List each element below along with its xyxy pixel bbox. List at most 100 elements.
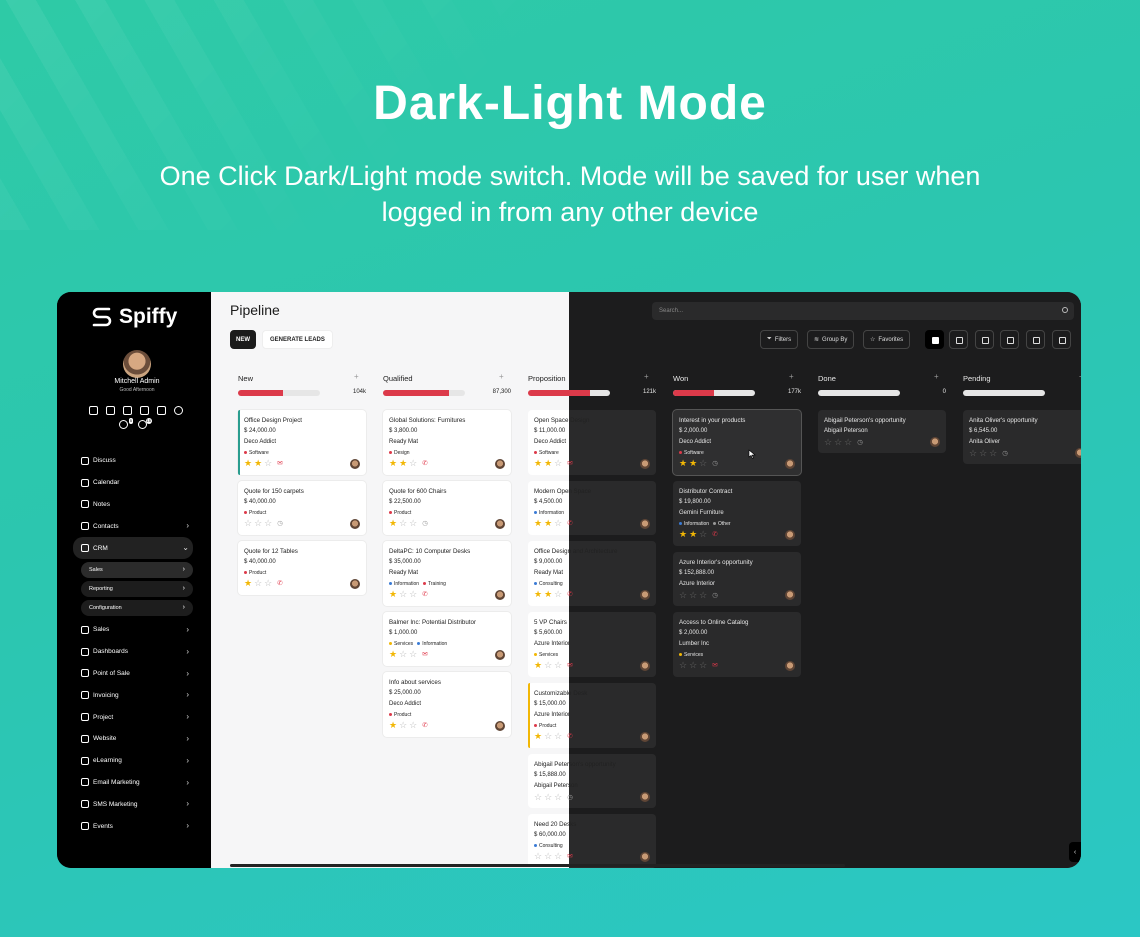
priority-star-icon[interactable]: ★	[389, 721, 397, 730]
add-card-icon[interactable]: +	[644, 372, 649, 381]
priority-star-icon[interactable]: ☆	[554, 459, 562, 468]
lead-card[interactable]: Info about services $ 25,000.00 Deco Addic…	[383, 672, 511, 737]
assignee-avatar[interactable]	[785, 459, 795, 469]
priority-star-icon[interactable]: ☆	[544, 793, 552, 802]
priority-star-icon[interactable]: ☆	[399, 590, 407, 599]
add-card-icon[interactable]: +	[354, 372, 359, 381]
activity-view-button[interactable]	[1052, 330, 1071, 349]
messages-icon[interactable]: 5	[119, 418, 133, 429]
priority-star-icon[interactable]: ☆	[399, 650, 407, 659]
card-icon[interactable]	[106, 406, 115, 415]
lead-card[interactable]: 5 VP Chairs $ 5,600.00 Azure Interior Servi…	[528, 612, 656, 677]
priority-star-icon[interactable]: ★	[679, 459, 687, 468]
lead-card[interactable]: Balmer Inc: Potential Distributor $ 1,000…	[383, 612, 511, 666]
assignee-avatar[interactable]	[640, 459, 650, 469]
phone-icon[interactable]: ✆	[422, 459, 427, 468]
mail-icon[interactable]: ✉	[422, 650, 427, 659]
priority-star-icon[interactable]: ☆	[554, 732, 562, 741]
bank-icon[interactable]	[89, 406, 98, 415]
assignee-avatar[interactable]	[785, 530, 795, 540]
priority-star-icon[interactable]: ☆	[679, 591, 687, 600]
priority-star-icon[interactable]: ☆	[834, 438, 842, 447]
priority-star-icon[interactable]: ☆	[544, 732, 552, 741]
sidebar-item-project[interactable]: Project ›	[73, 706, 193, 728]
priority-star-icon[interactable]: ★	[534, 661, 542, 670]
crm-subitem-sales[interactable]: Sales ›	[81, 561, 193, 578]
lead-card[interactable]: Abigail Peterson's opportunity $ 15,888.0…	[528, 754, 656, 808]
priority-star-icon[interactable]: ★	[544, 459, 552, 468]
priority-star-icon[interactable]: ★	[679, 530, 687, 539]
priority-star-icon[interactable]: ☆	[699, 591, 707, 600]
assignee-avatar[interactable]	[640, 661, 650, 671]
sidebar-item-website[interactable]: Website ›	[73, 728, 193, 750]
graph-view-button[interactable]	[1026, 330, 1045, 349]
sidebar-item-notes[interactable]: Notes	[73, 494, 193, 516]
priority-star-icon[interactable]: ☆	[264, 519, 272, 528]
priority-star-icon[interactable]: ★	[254, 459, 262, 468]
add-card-icon[interactable]: +	[934, 372, 939, 381]
add-card-icon[interactable]: +	[789, 372, 794, 381]
phone-icon[interactable]: ✆	[277, 579, 282, 588]
assignee-avatar[interactable]	[350, 519, 360, 529]
phone-icon[interactable]: ✆	[712, 530, 717, 539]
list-view-button[interactable]	[949, 330, 968, 349]
activity-icon[interactable]: 15	[138, 418, 152, 429]
priority-star-icon[interactable]: ☆	[699, 661, 707, 670]
sidebar-item-email-marketing[interactable]: Email Marketing ›	[73, 772, 193, 794]
group-by-button[interactable]: ≋ Group By	[807, 330, 855, 349]
lead-card[interactable]: Open Space Design $ 11,000.00 Deco Addict S…	[528, 410, 656, 475]
priority-star-icon[interactable]: ☆	[254, 579, 262, 588]
priority-star-icon[interactable]: ☆	[409, 721, 417, 730]
sidebar-item-sms-marketing[interactable]: SMS Marketing ›	[73, 793, 193, 815]
lead-card[interactable]: Office Design Project $ 24,000.00 Deco Add…	[238, 410, 366, 475]
priority-star-icon[interactable]: ☆	[534, 793, 542, 802]
priority-star-icon[interactable]: ☆	[409, 459, 417, 468]
phone-icon[interactable]: ✆	[567, 590, 572, 599]
lead-card[interactable]: Customizable Desk $ 15,000.00 Azure Interi…	[528, 683, 656, 748]
note-icon[interactable]	[157, 406, 166, 415]
priority-star-icon[interactable]: ★	[544, 590, 552, 599]
priority-star-icon[interactable]: ☆	[409, 650, 417, 659]
priority-star-icon[interactable]: ★	[544, 519, 552, 528]
assignee-avatar[interactable]	[640, 852, 650, 862]
priority-star-icon[interactable]: ☆	[554, 793, 562, 802]
assignee-avatar[interactable]	[930, 437, 940, 447]
priority-star-icon[interactable]: ☆	[699, 530, 707, 539]
phone-icon[interactable]: ✆	[567, 519, 572, 528]
favorites-button[interactable]: ☆ Favorites	[863, 330, 911, 349]
clock-icon[interactable]: ◷	[712, 459, 718, 468]
assignee-avatar[interactable]	[495, 519, 505, 529]
priority-star-icon[interactable]: ★	[534, 459, 542, 468]
lead-card[interactable]: Access to Online Catalog $ 2,000.00 Lumber…	[673, 612, 801, 677]
crm-subitem-configuration[interactable]: Configuration ›	[81, 599, 193, 616]
priority-star-icon[interactable]: ☆	[244, 519, 252, 528]
priority-star-icon[interactable]: ★	[244, 459, 252, 468]
priority-star-icon[interactable]: ☆	[534, 852, 542, 861]
clock-icon[interactable]: ◷	[277, 519, 283, 528]
sidebar-item-discuss[interactable]: Discuss	[73, 450, 193, 472]
priority-star-icon[interactable]: ☆	[689, 661, 697, 670]
assignee-avatar[interactable]	[640, 590, 650, 600]
priority-star-icon[interactable]: ☆	[844, 438, 852, 447]
priority-star-icon[interactable]: ☆	[544, 661, 552, 670]
lead-card[interactable]: Abigail Peterson's opportunity Abigail Pe…	[818, 410, 946, 453]
lead-card[interactable]: Modern Open Space $ 4,500.00 Information ★ ★…	[528, 481, 656, 535]
mail-icon[interactable]: ✉	[712, 661, 717, 670]
mail-icon[interactable]: ✉	[567, 459, 572, 468]
sidebar-item-elearning[interactable]: eLearning ›	[73, 750, 193, 772]
clock-icon[interactable]: ◷	[422, 519, 428, 528]
clock-icon[interactable]: ◷	[712, 591, 718, 600]
priority-star-icon[interactable]: ☆	[689, 591, 697, 600]
priority-star-icon[interactable]: ☆	[679, 661, 687, 670]
priority-star-icon[interactable]: ☆	[554, 661, 562, 670]
new-button[interactable]: NEW	[230, 330, 256, 349]
lead-card[interactable]: Anita Oliver's opportunity $ 6,545.00 Anit…	[963, 410, 1081, 464]
lock-icon[interactable]	[140, 406, 149, 415]
kanban-view-button[interactable]	[925, 330, 944, 349]
add-card-icon[interactable]: +	[499, 372, 504, 381]
lead-card[interactable]: Quote for 150 carpets $ 40,000.00 Product ☆…	[238, 481, 366, 535]
pivot-view-button[interactable]	[1000, 330, 1019, 349]
add-card-icon[interactable]: +	[1079, 372, 1081, 381]
avatar[interactable]	[123, 350, 151, 378]
lead-card[interactable]: Quote for 600 Chairs $ 22,500.00 Product ★ ☆…	[383, 481, 511, 535]
